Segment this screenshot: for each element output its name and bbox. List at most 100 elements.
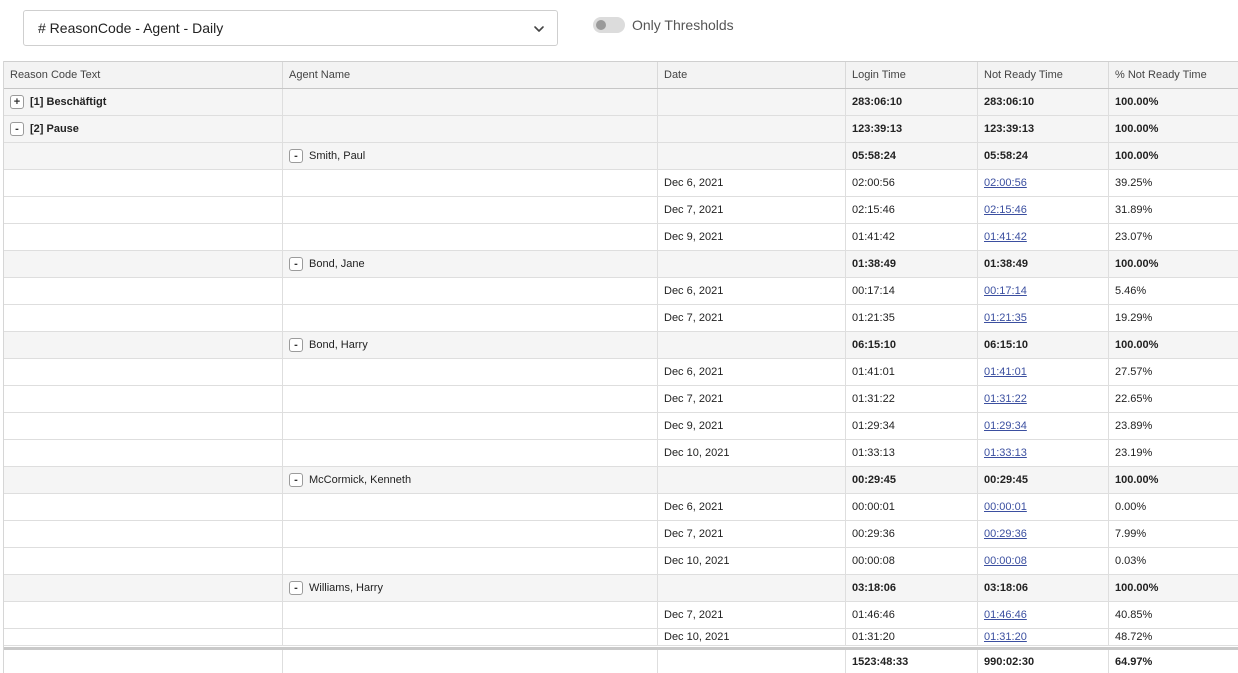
totals-row: 1523:48:33 990:02:30 64.97%	[4, 650, 1238, 673]
agent-name-cell: - Bond, Jane	[283, 251, 658, 277]
pct-not-ready-cell: 0.03%	[1109, 548, 1238, 574]
table-row: Dec 7, 2021 01:21:35 01:21:35 19.29%	[4, 305, 1238, 332]
column-header-login-time[interactable]: Login Time	[846, 62, 978, 88]
column-header-date[interactable]: Date	[658, 62, 846, 88]
not-ready-time-link[interactable]: 02:00:56	[984, 177, 1027, 189]
column-header-not-ready-time[interactable]: Not Ready Time	[978, 62, 1109, 88]
table-row: Dec 10, 2021 00:00:08 00:00:08 0.03%	[4, 548, 1238, 575]
table-row: Dec 10, 2021 01:33:13 01:33:13 23.19%	[4, 440, 1238, 467]
login-time-cell: 02:15:46	[846, 197, 978, 223]
not-ready-time-link[interactable]: 01:46:46	[984, 609, 1027, 621]
login-time-cell: 01:33:13	[846, 440, 978, 466]
login-time-cell: 01:41:01	[846, 359, 978, 385]
not-ready-time-link[interactable]: 00:00:01	[984, 501, 1027, 513]
agent-name-cell: - McCormick, Kenneth	[283, 467, 658, 493]
date-cell: Dec 6, 2021	[658, 278, 846, 304]
collapse-button[interactable]: -	[289, 149, 303, 163]
report-select-dropdown[interactable]: # ReasonCode - Agent - Daily	[23, 10, 558, 46]
reason-code-cell	[4, 170, 283, 196]
login-time-cell: 05:58:24	[846, 143, 978, 169]
totals-login-time: 1523:48:33	[846, 650, 978, 673]
agent-group-row: - Smith, Paul 05:58:24 05:58:24 100.00%	[4, 143, 1238, 170]
not-ready-time-link[interactable]: 00:00:08	[984, 555, 1027, 567]
not-ready-time-link[interactable]: 01:29:34	[984, 420, 1027, 432]
agent-name-cell	[283, 629, 658, 645]
date-cell	[658, 467, 846, 493]
pct-not-ready-cell: 39.25%	[1109, 170, 1238, 196]
table-row: Dec 9, 2021 01:29:34 01:29:34 23.89%	[4, 413, 1238, 440]
not-ready-time-cell: 01:33:13	[978, 440, 1109, 466]
agent-name-label: Smith, Paul	[309, 150, 366, 162]
pct-not-ready-cell: 100.00%	[1109, 575, 1238, 601]
not-ready-time-link[interactable]: 00:17:14	[984, 285, 1027, 297]
collapse-button[interactable]: -	[289, 338, 303, 352]
pct-not-ready-cell: 23.07%	[1109, 224, 1238, 250]
date-cell	[658, 251, 846, 277]
only-thresholds-label: Only Thresholds	[632, 17, 734, 33]
collapse-button[interactable]: -	[10, 122, 24, 136]
table-row: Dec 7, 2021 00:29:36 00:29:36 7.99%	[4, 521, 1238, 548]
collapse-button[interactable]: -	[289, 257, 303, 271]
reason-code-cell	[4, 467, 283, 493]
agent-name-cell	[283, 224, 658, 250]
not-ready-time-link[interactable]: 01:21:35	[984, 312, 1027, 324]
table-row: Dec 6, 2021 01:41:01 01:41:01 27.57%	[4, 359, 1238, 386]
not-ready-time-cell: 01:21:35	[978, 305, 1109, 331]
date-cell: Dec 9, 2021	[658, 224, 846, 250]
agent-name-cell	[283, 548, 658, 574]
reason-code-cell	[4, 305, 283, 331]
login-time-cell: 283:06:10	[846, 89, 978, 115]
agent-name-cell	[283, 305, 658, 331]
column-header-agent-name[interactable]: Agent Name	[283, 62, 658, 88]
login-time-cell: 01:41:42	[846, 224, 978, 250]
expand-button[interactable]: +	[10, 95, 24, 109]
column-header-reason-code-text[interactable]: Reason Code Text	[4, 62, 283, 88]
toggle-switch[interactable]	[593, 17, 625, 33]
totals-not-ready-time: 990:02:30	[978, 650, 1109, 673]
totals-pct-not-ready: 64.97%	[1109, 650, 1238, 673]
not-ready-time-link[interactable]: 01:33:13	[984, 447, 1027, 459]
not-ready-time-cell: 123:39:13	[978, 116, 1109, 142]
not-ready-time-link[interactable]: 01:31:22	[984, 393, 1027, 405]
not-ready-time-link[interactable]: 00:29:36	[984, 528, 1027, 540]
login-time-cell: 01:46:46	[846, 602, 978, 628]
not-ready-time-cell: 283:06:10	[978, 89, 1109, 115]
reason-code-cell	[4, 359, 283, 385]
agent-name-cell	[283, 278, 658, 304]
pct-not-ready-cell: 100.00%	[1109, 332, 1238, 358]
date-cell: Dec 7, 2021	[658, 197, 846, 223]
agent-name-cell: - Bond, Harry	[283, 332, 658, 358]
reason-code-cell	[4, 494, 283, 520]
not-ready-time-link[interactable]: 02:15:46	[984, 204, 1027, 216]
agent-group-row: - Bond, Harry 06:15:10 06:15:10 100.00%	[4, 332, 1238, 359]
date-cell: Dec 6, 2021	[658, 170, 846, 196]
not-ready-time-cell: 01:29:34	[978, 413, 1109, 439]
agent-name-cell	[283, 602, 658, 628]
not-ready-time-cell: 05:58:24	[978, 143, 1109, 169]
collapse-button[interactable]: -	[289, 581, 303, 595]
reason-code-cell: + [1] Beschäftigt	[4, 89, 283, 115]
collapse-button[interactable]: -	[289, 473, 303, 487]
agent-name-cell	[283, 170, 658, 196]
not-ready-time-link[interactable]: 01:41:42	[984, 231, 1027, 243]
reason-code-cell	[4, 332, 283, 358]
agent-name-cell	[283, 116, 658, 142]
not-ready-time-cell: 00:00:01	[978, 494, 1109, 520]
table-row: Dec 7, 2021 01:46:46 01:46:46 40.85%	[4, 602, 1238, 629]
pct-not-ready-cell: 100.00%	[1109, 116, 1238, 142]
not-ready-time-cell: 01:41:42	[978, 224, 1109, 250]
not-ready-time-link[interactable]: 01:31:20	[984, 631, 1027, 643]
not-ready-time-cell: 01:38:49	[978, 251, 1109, 277]
agent-group-row: - Bond, Jane 01:38:49 01:38:49 100.00%	[4, 251, 1238, 278]
agent-name-label: McCormick, Kenneth	[309, 474, 412, 486]
date-cell: Dec 7, 2021	[658, 386, 846, 412]
not-ready-time-cell: 02:15:46	[978, 197, 1109, 223]
totals-empty-cell	[283, 650, 658, 673]
only-thresholds-toggle[interactable]: Only Thresholds	[593, 17, 734, 33]
not-ready-time-link[interactable]: 01:41:01	[984, 366, 1027, 378]
table-row: Dec 7, 2021 02:15:46 02:15:46 31.89%	[4, 197, 1238, 224]
date-cell: Dec 6, 2021	[658, 359, 846, 385]
column-header-pct-not-ready-time[interactable]: % Not Ready Time	[1109, 62, 1238, 88]
pct-not-ready-cell: 23.19%	[1109, 440, 1238, 466]
reason-code-cell	[4, 143, 283, 169]
